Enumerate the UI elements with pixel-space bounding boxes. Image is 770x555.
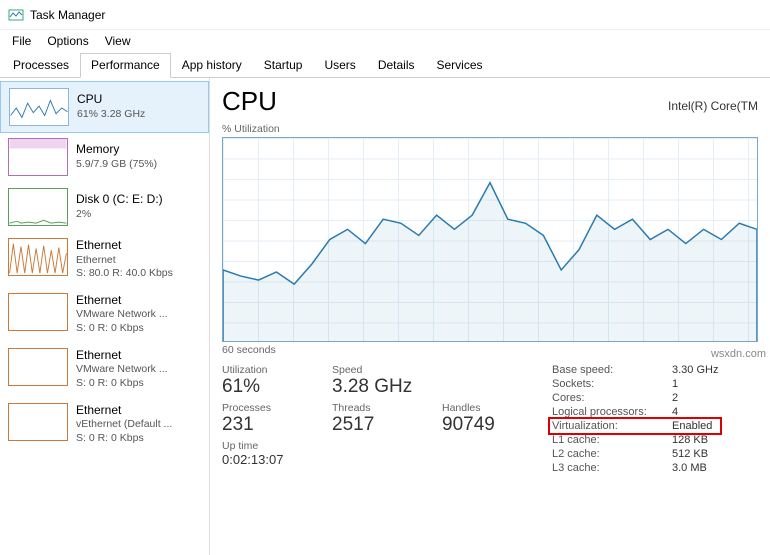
sidebar-item-label: Ethernet [76, 238, 173, 254]
tab-startup[interactable]: Startup [253, 53, 314, 78]
cpu-model: Intel(R) Core(TM [668, 99, 758, 113]
sidebar-item-sub: 5.9/7.9 GB (75%) [76, 158, 157, 172]
l2-key: L2 cache: [552, 448, 672, 460]
page-title: CPU [222, 86, 277, 117]
watermark: wsxdn.com [711, 348, 766, 360]
content: CPU 61% 3.28 GHz Memory 5.9/7.9 GB (75%)… [0, 78, 770, 555]
virtualization-key: Virtualization: [552, 420, 672, 432]
speed-value: 3.28 GHz [332, 376, 412, 398]
app-icon [8, 7, 24, 23]
cpu-thumb-icon [9, 88, 69, 126]
sidebar-item-ethernet-0[interactable]: Ethernet Ethernet S: 80.0 R: 40.0 Kbps [0, 232, 209, 287]
window-title: Task Manager [30, 8, 105, 22]
sidebar-item-label: Disk 0 (C: E: D:) [76, 192, 163, 208]
sidebar-item-sub: Ethernet [76, 254, 173, 268]
sidebar-item-sub: 2% [76, 208, 163, 222]
ethernet-thumb-icon [8, 403, 68, 441]
ethernet-thumb-icon [8, 293, 68, 331]
sidebar: CPU 61% 3.28 GHz Memory 5.9/7.9 GB (75%)… [0, 78, 210, 555]
disk-thumb-icon [8, 188, 68, 226]
chart-y-label: % Utilization [222, 123, 758, 135]
l3-key: L3 cache: [552, 462, 672, 474]
base-speed-value: 3.30 GHz [672, 364, 718, 376]
virtualization-value: Enabled [672, 420, 712, 432]
sidebar-item-sub: vEthernet (Default ... [76, 418, 172, 432]
menu-view[interactable]: View [97, 32, 139, 50]
utilization-value: 61% [222, 376, 302, 398]
sidebar-item-ethernet-1[interactable]: Ethernet VMware Network ... S: 0 R: 0 Kb… [0, 287, 209, 342]
sidebar-item-cpu[interactable]: CPU 61% 3.28 GHz [0, 81, 209, 133]
cores-value: 2 [672, 392, 678, 404]
menu-file[interactable]: File [4, 32, 39, 50]
tab-app-history[interactable]: App history [171, 53, 253, 78]
sidebar-item-ethernet-3[interactable]: Ethernet vEthernet (Default ... S: 0 R: … [0, 397, 209, 452]
main-panel: CPU Intel(R) Core(TM % Utilization 60 se… [210, 78, 770, 555]
sockets-value: 1 [672, 378, 678, 390]
cores-key: Cores: [552, 392, 672, 404]
processes-label: Processes [222, 402, 302, 414]
menu-options[interactable]: Options [39, 32, 96, 50]
threads-value: 2517 [332, 414, 412, 436]
l1-key: L1 cache: [552, 434, 672, 446]
sockets-key: Sockets: [552, 378, 672, 390]
uptime-value: 0:02:13:07 [222, 452, 302, 467]
sidebar-item-label: Ethernet [76, 293, 168, 309]
sidebar-item-sub: VMware Network ... [76, 363, 168, 377]
tab-services[interactable]: Services [426, 53, 494, 78]
virtualization-row-highlight: Virtualization:Enabled [548, 417, 722, 435]
sidebar-item-label: CPU [77, 92, 145, 108]
sidebar-item-sub: 61% 3.28 GHz [77, 108, 145, 122]
ethernet-thumb-icon [8, 348, 68, 386]
cpu-chart [222, 137, 758, 342]
chart-x-label: 60 seconds [222, 344, 758, 356]
processes-value: 231 [222, 414, 302, 436]
sidebar-item-label: Ethernet [76, 348, 168, 364]
l3-value: 3.0 MB [672, 462, 707, 474]
tabs: Processes Performance App history Startu… [0, 52, 770, 78]
menubar: File Options View [0, 30, 770, 52]
stats: Utilization 61% Speed 3.28 GHz Processes… [222, 364, 758, 474]
handles-label: Handles [442, 402, 522, 414]
memory-thumb-icon [8, 138, 68, 176]
threads-label: Threads [332, 402, 412, 414]
sidebar-item-disk[interactable]: Disk 0 (C: E: D:) 2% [0, 182, 209, 232]
sidebar-item-sub2: S: 0 R: 0 Kbps [76, 322, 168, 336]
l1-value: 128 KB [672, 434, 708, 446]
speed-label: Speed [332, 364, 412, 376]
sidebar-item-label: Memory [76, 142, 157, 158]
sidebar-item-sub: VMware Network ... [76, 308, 168, 322]
l2-value: 512 KB [672, 448, 708, 460]
sidebar-item-sub2: S: 0 R: 0 Kbps [76, 377, 168, 391]
sidebar-item-sub2: S: 80.0 R: 40.0 Kbps [76, 267, 173, 281]
uptime-label: Up time [222, 440, 302, 452]
ethernet-thumb-icon [8, 238, 68, 276]
titlebar: Task Manager [0, 0, 770, 30]
tab-processes[interactable]: Processes [2, 53, 80, 78]
base-speed-key: Base speed: [552, 364, 672, 376]
tab-performance[interactable]: Performance [80, 53, 171, 78]
sidebar-item-memory[interactable]: Memory 5.9/7.9 GB (75%) [0, 132, 209, 182]
tab-users[interactable]: Users [313, 53, 366, 78]
sidebar-item-label: Ethernet [76, 403, 172, 419]
sidebar-item-ethernet-2[interactable]: Ethernet VMware Network ... S: 0 R: 0 Kb… [0, 342, 209, 397]
sidebar-item-sub2: S: 0 R: 0 Kbps [76, 432, 172, 446]
handles-value: 90749 [442, 414, 522, 436]
tab-details[interactable]: Details [367, 53, 426, 78]
utilization-label: Utilization [222, 364, 302, 376]
